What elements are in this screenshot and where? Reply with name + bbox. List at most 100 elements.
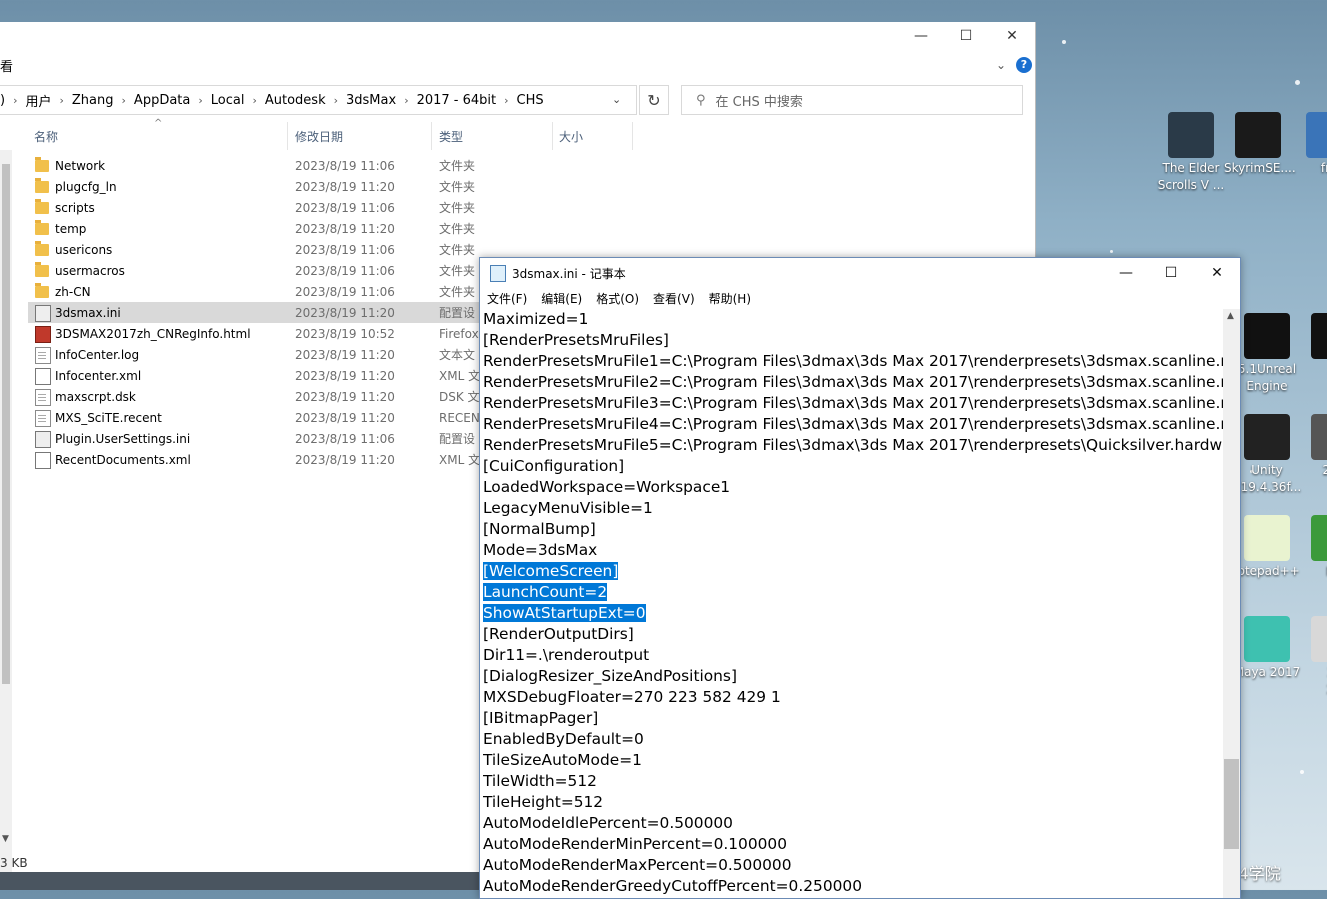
file-type: 文件夹 xyxy=(439,222,476,236)
help-icon[interactable]: ? xyxy=(1016,57,1032,73)
desktop-shortcut[interactable]: lotepad++ xyxy=(1233,515,1301,580)
column-divider[interactable] xyxy=(287,122,288,150)
desktop-shortcut[interactable]: fro xyxy=(1295,112,1327,177)
breadcrumb-item[interactable]: Autodesk xyxy=(265,93,326,108)
text-line: [NormalBump] xyxy=(483,519,1223,540)
breadcrumb-item[interactable]: Local xyxy=(211,93,245,108)
line-text: AutoModeRenderMaxPercent=0.500000 xyxy=(483,856,792,874)
line-text: [RenderOutputDirs] xyxy=(483,625,634,643)
status-bar-text: 3 KB xyxy=(0,856,28,870)
scroll-up-arrow-icon[interactable]: ▲ xyxy=(1227,311,1234,321)
desktop-shortcut[interactable]: Unity 019.4.36f... xyxy=(1233,414,1301,496)
folder-icon xyxy=(35,241,49,256)
desktop-shortcut[interactable]: NaN xyxy=(1300,515,1327,597)
file-date: 2023/8/19 11:20 xyxy=(295,389,395,404)
breadcrumb-separator-icon: › xyxy=(59,93,64,107)
minimize-button[interactable]: — xyxy=(1103,258,1149,288)
file-name: Infocenter.xml xyxy=(55,368,142,383)
file-date: 2023/8/19 11:06 xyxy=(295,200,395,215)
close-button[interactable]: ✕ xyxy=(989,22,1035,50)
notepad-text-area[interactable]: Maximized=1 [RenderPresetsMruFiles] Render… xyxy=(483,309,1223,899)
file-date: 2023/8/19 11:06 xyxy=(295,431,395,446)
line-text: RenderPresetsMruFile2=C:\Program Files\3… xyxy=(483,373,1223,391)
file-name: maxscrpt.dsk xyxy=(55,389,136,404)
ribbon-tab-view[interactable]: 看 xyxy=(0,56,13,75)
expand-ribbon-chevron-icon[interactable]: ⌄ xyxy=(996,58,1006,72)
column-header-size[interactable]: 大小 xyxy=(559,122,583,150)
refresh-icon[interactable]: ↻ xyxy=(639,85,669,115)
column-divider[interactable] xyxy=(552,122,553,150)
desktop-shortcut[interactable]: 5.E xyxy=(1300,313,1327,395)
breadcrumb-item[interactable]: ) xyxy=(0,93,5,108)
scrollbar-thumb[interactable] xyxy=(1224,759,1239,849)
shortcut-label: Na xyxy=(1300,563,1327,580)
file-row[interactable]: plugcfg_ln 2023/8/19 11:20 文件夹 xyxy=(28,176,1028,197)
file-date: 2023/8/19 11:06 xyxy=(295,242,395,257)
file-row[interactable]: Network 2023/8/19 11:06 文件夹 xyxy=(28,155,1028,176)
desktop-shortcut[interactable]: Maya 2017 xyxy=(1233,616,1301,681)
column-divider[interactable] xyxy=(632,122,633,150)
column-header-name[interactable]: 名称 xyxy=(34,122,58,150)
trainer-icon xyxy=(1168,112,1214,158)
file-name: 3DSMAX2017zh_CNRegInfo.html xyxy=(55,326,251,341)
notepad-vertical-scrollbar[interactable]: ▲ xyxy=(1223,309,1240,898)
file-row[interactable]: scripts 2023/8/19 11:06 文件夹 xyxy=(28,197,1028,218)
breadcrumb-separator-icon: › xyxy=(121,93,126,107)
file-type: 配置设 xyxy=(439,306,476,320)
file-date: 2023/8/19 11:20 xyxy=(295,305,395,320)
sort-ascending-icon: ^ xyxy=(154,118,163,129)
menu-edit[interactable]: 编辑(E) xyxy=(541,290,582,307)
desktop-shortcut[interactable]: 202 xyxy=(1300,414,1327,479)
folder-icon xyxy=(35,157,49,172)
skyrim-icon xyxy=(1235,112,1281,158)
breadcrumb-item[interactable]: 2017 - 64bit xyxy=(417,93,497,108)
unity-icon xyxy=(1244,414,1290,460)
shortcut-label: The Elder xyxy=(1162,161,1220,175)
menu-file[interactable]: 文件(F) xyxy=(487,290,527,307)
file-name: InfoCenter.log xyxy=(55,347,140,362)
vertical-scrollbar[interactable] xyxy=(0,150,12,872)
breadcrumb-item[interactable]: 用户 xyxy=(25,91,51,110)
column-header-date[interactable]: 修改日期 xyxy=(295,122,343,150)
shortcut-label: fro xyxy=(1320,161,1327,175)
line-text: TileHeight=512 xyxy=(483,793,604,811)
shortcut-label-line2: 019.4.36f... xyxy=(1233,480,1302,494)
breadcrumb-item[interactable]: AppData xyxy=(134,93,190,108)
shortcut-label: Unity xyxy=(1251,463,1283,477)
scroll-down-arrow-icon[interactable]: ▼ xyxy=(2,834,9,844)
maximize-button[interactable]: ☐ xyxy=(1148,258,1194,288)
file-row[interactable]: temp 2023/8/19 11:20 文件夹 xyxy=(28,218,1028,239)
menu-view[interactable]: 查看(V) xyxy=(653,290,695,307)
column-divider[interactable] xyxy=(431,122,432,150)
maximize-button[interactable]: ☐ xyxy=(943,22,989,50)
text-line: TileWidth=512 xyxy=(483,771,1223,792)
line-text: RenderPresetsMruFile1=C:\Program Files\3… xyxy=(483,352,1223,370)
close-button[interactable]: ✕ xyxy=(1194,258,1240,288)
line-text: Maximized=1 xyxy=(483,310,589,328)
desktop-shortcut[interactable]: The Elder Scrolls V ... xyxy=(1157,112,1225,194)
file-type: XML 文 xyxy=(439,369,481,383)
desktop-shortcut[interactable]: 3c20 xyxy=(1300,616,1327,698)
scrollbar-thumb[interactable] xyxy=(2,164,10,684)
text-line: AutoModeRenderMinPercent=0.100000 xyxy=(483,834,1223,855)
text-line: AutoModeRenderMaxPercent=0.500000 xyxy=(483,855,1223,876)
desktop-shortcut[interactable]: SkyrimSE.... xyxy=(1224,112,1296,177)
breadcrumb-item[interactable]: CHS xyxy=(517,93,544,108)
menu-help[interactable]: 帮助(H) xyxy=(709,290,751,307)
address-bar[interactable]: ) › 用户 › Zhang › AppData › Local › Autodesk › … xyxy=(0,85,637,115)
file-date: 2023/8/19 11:20 xyxy=(295,368,395,383)
minimize-button[interactable]: — xyxy=(898,22,944,50)
line-text: [RenderPresetsMruFiles] xyxy=(483,331,669,349)
breadcrumb-item[interactable]: Zhang xyxy=(72,93,114,108)
search-input[interactable]: ⚲ 在 CHS 中搜索 xyxy=(681,85,1023,115)
column-header-type[interactable]: 类型 xyxy=(439,122,463,150)
menu-format[interactable]: 格式(O) xyxy=(596,290,639,307)
folder-icon xyxy=(35,262,49,277)
address-dropdown-chevron-icon[interactable]: ⌄ xyxy=(612,93,621,106)
line-text: EnabledByDefault=0 xyxy=(483,730,644,748)
desktop-shortcut[interactable]: 5.1Unreal Engine xyxy=(1233,313,1301,395)
file-type: 文件夹 xyxy=(439,201,476,215)
breadcrumb-separator-icon: › xyxy=(13,93,18,107)
breadcrumb-item[interactable]: 3dsMax xyxy=(346,93,396,108)
html-file-icon xyxy=(35,326,51,343)
